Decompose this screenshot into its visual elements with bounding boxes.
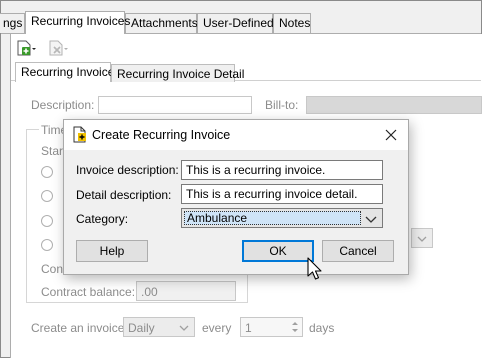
delete-document-icon [49,40,68,56]
stepper-arrows-icon[interactable] [289,318,301,336]
frequency-select[interactable]: Daily [123,317,195,337]
start-label: Star [41,144,64,158]
subtab-label: Recurring Invoice [21,65,115,79]
bill-to-label: Bill-to: [265,98,299,112]
detail-description-value: This is a recurring invoice detail. [186,187,358,201]
dialog-title: Create Recurring Invoice [92,128,231,142]
dialog-titlebar: Create Recurring Invoice [64,120,408,150]
delete-button[interactable] [47,39,69,57]
description-label: Description: [31,98,95,112]
invoice-description-value: This is a recurring invoice. [186,163,326,177]
help-button[interactable]: Help [76,240,148,262]
schedule-radio-4[interactable] [41,239,53,251]
toolbar [11,37,481,59]
application-window: ngs Recurring Invoices Attachments User-… [0,0,482,358]
dropdown-partial[interactable] [411,228,433,248]
new-document-icon [73,126,86,143]
tab-recurring-invoices[interactable]: Recurring Invoices [25,11,130,34]
tab-label: Recurring Invoices [31,14,131,28]
tab-attachments[interactable]: Attachments [125,13,198,33]
top-tab-strip: ngs Recurring Invoices Attachments User-… [0,11,481,34]
subtab-recurring-invoice-detail[interactable]: Recurring Invoice Detail [111,64,244,82]
every-value: 1 [245,321,252,335]
chevron-down-icon [365,216,377,223]
ok-button[interactable]: OK [242,240,314,262]
days-label: days [309,321,335,335]
create-recurring-invoice-dialog: Create Recurring Invoice Invoice descrip… [63,119,409,275]
frequency-value: Daily [128,321,155,335]
cancel-button[interactable]: Cancel [322,240,394,262]
invoice-description-label: Invoice description: [76,163,179,177]
category-label: Category: [76,212,129,226]
tab-label: Attachments [131,16,198,30]
contract-balance-value: .00 [141,285,158,299]
category-select[interactable]: Ambulance [181,208,383,228]
tab-label: ngs [3,16,23,30]
mouse-cursor-icon [307,257,322,280]
chevron-down-icon [179,325,189,331]
new-document-icon [17,40,36,56]
tab-label: Notes [279,16,311,30]
tab-settings-partial[interactable]: ngs [0,13,25,33]
invoice-description-input[interactable]: This is a recurring invoice. [181,160,383,180]
tab-user-defined[interactable]: User-Defined [197,13,274,33]
contract-balance-field: .00 [136,281,236,301]
chevron-down-icon [417,236,427,242]
subtab-recurring-invoice[interactable]: Recurring Invoice [15,62,115,82]
schedule-radio-1[interactable] [41,166,53,178]
every-label: every [202,321,232,335]
close-button[interactable] [382,126,400,144]
description-input[interactable] [98,96,252,114]
category-selected-value: Ambulance [184,211,361,225]
create-invoice-label: Create an invoice [31,321,125,335]
schedule-radio-2[interactable] [41,190,53,202]
schedule-radio-3[interactable] [41,215,53,227]
tab-label: User-Defined [203,16,274,30]
new-document-button[interactable] [15,39,37,57]
bill-to-field[interactable] [306,96,482,114]
close-icon [385,129,397,141]
detail-description-label: Detail description: [76,188,172,202]
subtab-label: Recurring Invoice Detail [117,67,245,81]
contract-balance-label: Contract balance: [41,285,136,299]
tab-notes[interactable]: Notes [273,13,311,33]
every-stepper[interactable]: 1 [240,317,303,337]
detail-description-input[interactable]: This is a recurring invoice detail. [181,184,383,204]
